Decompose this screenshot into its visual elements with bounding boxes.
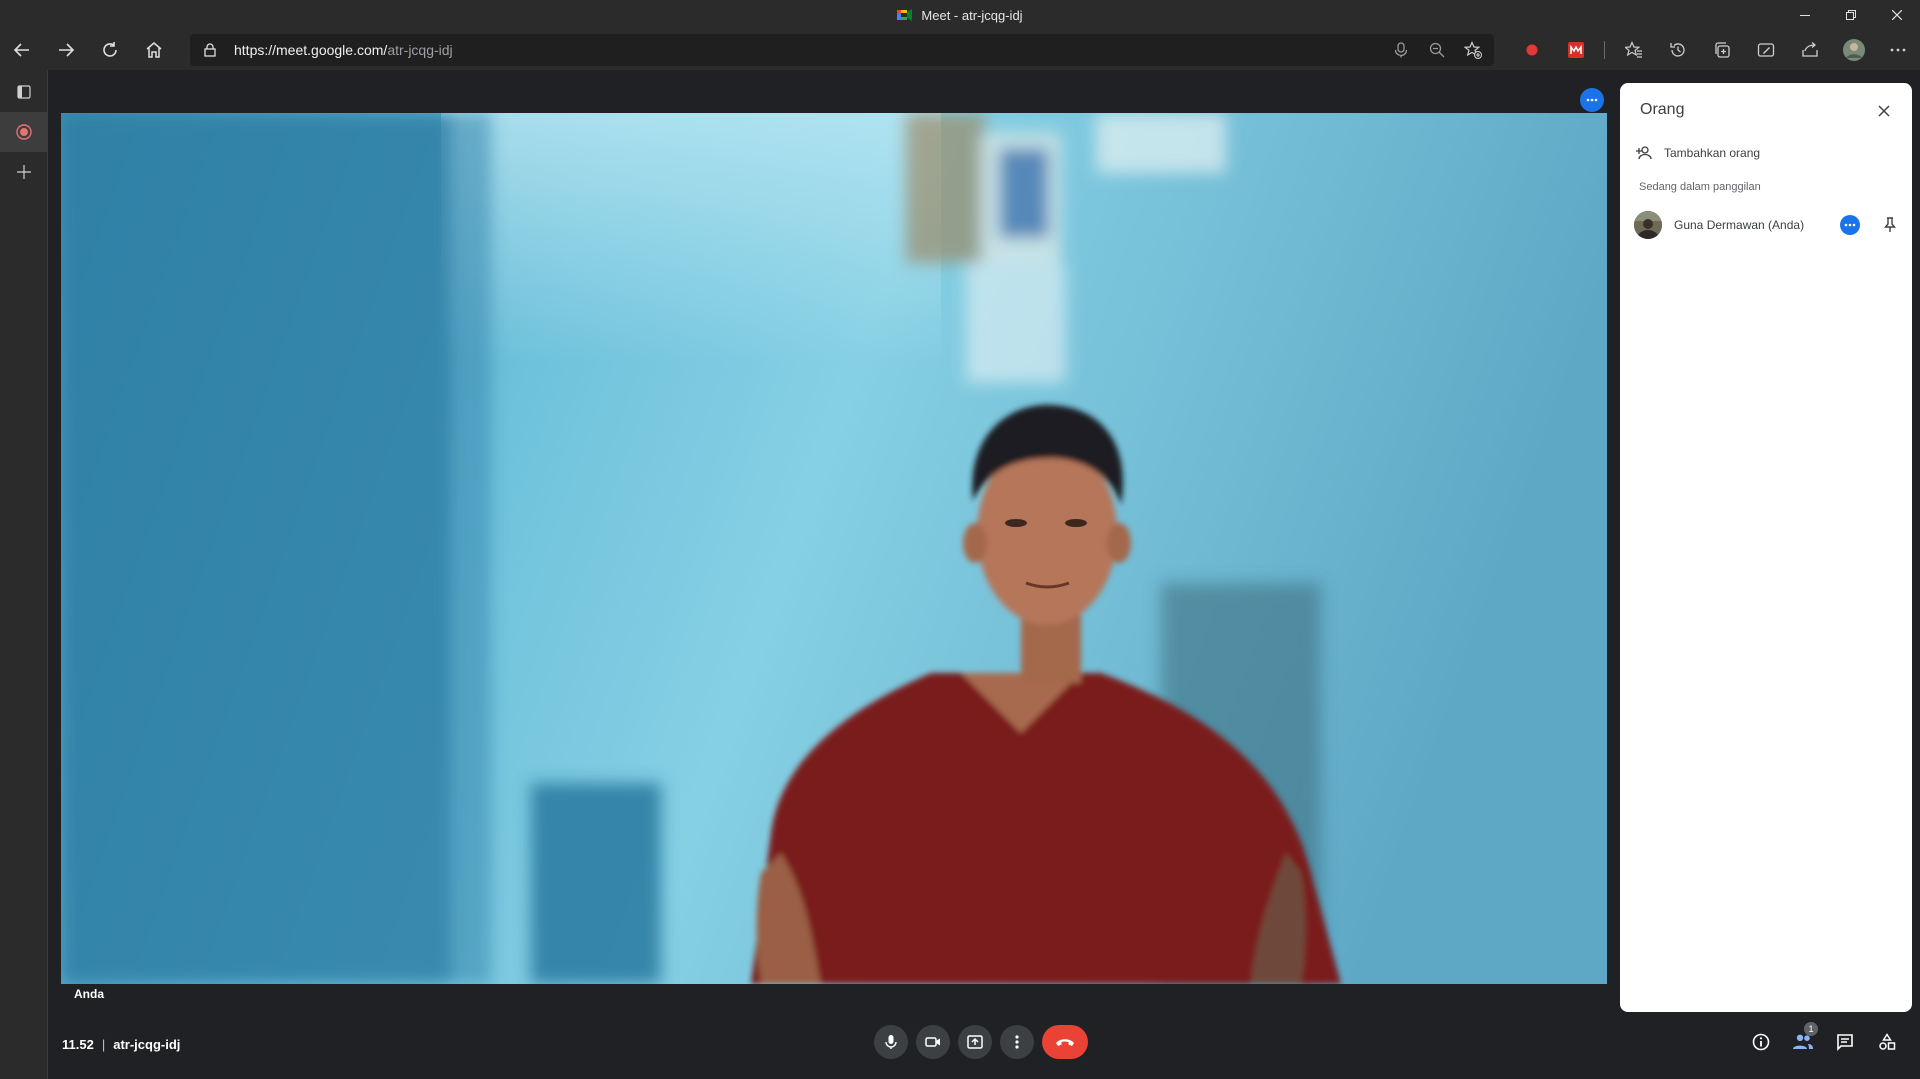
participant-options-button[interactable]	[1840, 215, 1860, 235]
pin-participant-button[interactable]	[1880, 215, 1900, 235]
tab-actions-icon	[17, 85, 31, 99]
url-path: atr-jcqg-idj	[387, 42, 453, 58]
microphone-toggle-button[interactable]	[874, 1025, 908, 1059]
info-icon	[1752, 1033, 1770, 1051]
close-panel-button[interactable]	[1870, 97, 1898, 125]
meet-main-area: Anda Orang Tambahkan orang Sedang dalam …	[48, 70, 1920, 1079]
microphone-icon	[885, 1035, 897, 1049]
zoom-out-icon[interactable]	[1424, 37, 1450, 63]
extension-icon[interactable]	[1554, 30, 1598, 70]
plus-icon	[17, 165, 31, 179]
lock-icon[interactable]	[202, 42, 218, 58]
close-icon	[1892, 10, 1902, 20]
present-screen-icon	[967, 1035, 983, 1049]
meeting-details-button[interactable]	[1742, 1025, 1780, 1059]
call-controls	[874, 1025, 1088, 1059]
home-button[interactable]	[132, 30, 176, 70]
participant-list-item[interactable]: Guna Dermawan (Anda)	[1634, 205, 1900, 245]
more-horizontal-icon	[1586, 98, 1598, 102]
camera-toggle-button[interactable]	[916, 1025, 950, 1059]
people-panel: Orang Tambahkan orang Sedang dalam pangg…	[1620, 83, 1912, 1012]
forward-icon	[59, 43, 75, 57]
refresh-button[interactable]	[88, 30, 132, 70]
in-call-section-label: Sedang dalam panggilan	[1639, 181, 1761, 193]
collections-icon[interactable]	[1700, 30, 1744, 70]
minimize-icon	[1800, 15, 1810, 16]
web-capture-icon[interactable]	[1744, 30, 1788, 70]
back-icon	[13, 43, 29, 57]
restore-icon	[1846, 10, 1856, 20]
details-separator: |	[101, 1037, 106, 1052]
minimize-button[interactable]	[1782, 0, 1828, 30]
more-options-button[interactable]	[1000, 1025, 1034, 1059]
people-icon	[1793, 1034, 1813, 1049]
current-time: 11.52	[62, 1037, 94, 1052]
close-window-button[interactable]	[1874, 0, 1920, 30]
browser-vertical-sidebar	[0, 70, 48, 1079]
participant-count-badge: 1	[1804, 1022, 1818, 1036]
meeting-details: 11.52 | atr-jcqg-idj	[62, 1037, 180, 1052]
add-people-button[interactable]: Tambahkan orang	[1636, 139, 1760, 167]
leave-call-button[interactable]	[1042, 1025, 1088, 1059]
active-tab-meet[interactable]	[0, 112, 48, 152]
menu-icon[interactable]	[1876, 30, 1920, 70]
browser-toolbar: https://meet.google.com/atr-jcqg-idj	[0, 30, 1920, 70]
history-icon[interactable]	[1656, 30, 1700, 70]
chat-icon	[1837, 1034, 1853, 1051]
add-people-label: Tambahkan orang	[1664, 146, 1761, 160]
add-person-icon	[1636, 146, 1652, 160]
people-button[interactable]: 1	[1784, 1022, 1822, 1059]
record-extension-icon[interactable]	[1510, 30, 1554, 70]
window-title-bar: Meet - atr-jcqg-idj	[0, 0, 1920, 30]
back-button[interactable]	[0, 30, 44, 70]
panel-title: Orang	[1640, 101, 1685, 118]
share-icon[interactable]	[1788, 30, 1832, 70]
url-host: https://meet.google.com/	[234, 42, 388, 58]
add-favorite-icon[interactable]	[1460, 37, 1486, 63]
microphone-icon[interactable]	[1388, 37, 1414, 63]
avatar	[1634, 211, 1662, 239]
recording-tab-icon	[16, 124, 32, 140]
camera-icon	[925, 1037, 940, 1047]
new-tab-button[interactable]	[0, 152, 48, 192]
forward-button[interactable]	[44, 30, 88, 70]
participant-name: Guna Dermawan (Anda)	[1674, 218, 1805, 232]
home-icon	[146, 42, 162, 58]
activities-icon	[1879, 1033, 1896, 1050]
activities-button[interactable]	[1868, 1025, 1906, 1059]
refresh-icon	[103, 42, 117, 57]
tile-more-options-button[interactable]	[1580, 88, 1604, 112]
tab-actions-button[interactable]	[0, 72, 48, 112]
pin-icon	[1884, 217, 1896, 232]
end-call-icon	[1056, 1039, 1074, 1046]
close-icon	[1878, 105, 1890, 117]
more-horizontal-icon	[1844, 223, 1856, 227]
profile-avatar[interactable]	[1832, 30, 1876, 70]
address-bar[interactable]: https://meet.google.com/atr-jcqg-idj	[190, 34, 1494, 66]
present-screen-button[interactable]	[958, 1025, 992, 1059]
window-title: Meet - atr-jcqg-idj	[897, 7, 1023, 23]
camera-video-feed	[61, 113, 1607, 984]
participant-tile-name: Anda	[74, 987, 104, 1001]
favorites-icon[interactable]	[1612, 30, 1656, 70]
meeting-code: atr-jcqg-idj	[113, 1037, 181, 1052]
more-vertical-icon	[1015, 1035, 1019, 1049]
toolbar-divider	[1598, 30, 1612, 70]
chat-button[interactable]	[1826, 1025, 1864, 1059]
participant-video-tile[interactable]	[61, 113, 1607, 984]
window-title-text: Meet - atr-jcqg-idj	[921, 7, 1023, 23]
side-panel-controls: 1	[1742, 1022, 1906, 1059]
restore-button[interactable]	[1828, 0, 1874, 30]
google-meet-logo-icon	[897, 8, 913, 22]
